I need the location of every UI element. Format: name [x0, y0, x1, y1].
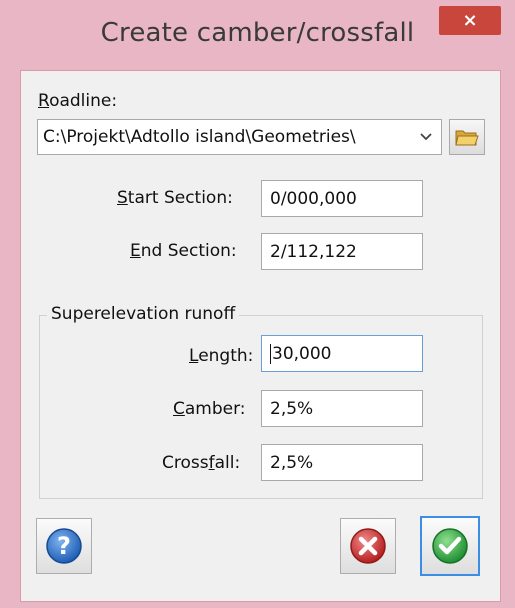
roadline-value: C:\Projekt\Adtollo island\Geometries\: [43, 127, 356, 147]
crossfall-label: Crossfall:: [162, 453, 241, 473]
dialog-body: Roadline: C:\Projekt\Adtollo island\Geom…: [20, 70, 501, 602]
help-button[interactable]: ?: [36, 518, 92, 574]
dialog-window: Create camber/crossfall × Roadline: C:\P…: [0, 0, 515, 608]
length-field[interactable]: 30,000: [261, 335, 423, 372]
close-button[interactable]: ×: [439, 6, 501, 35]
crossfall-field[interactable]: 2,5%: [261, 444, 423, 481]
window-title: Create camber/crossfall: [100, 18, 415, 48]
roadline-label: Roadline:: [38, 91, 118, 111]
end-section-label: End Section:: [130, 241, 237, 261]
close-icon: ×: [462, 10, 478, 31]
length-label: Length:: [189, 346, 254, 366]
ok-button[interactable]: [420, 516, 480, 576]
crossfall-value: 2,5%: [270, 452, 314, 473]
superelevation-runoff-label: Superelevation runoff: [47, 304, 240, 324]
start-section-value: 0/000,000: [270, 188, 357, 209]
cancel-button[interactable]: [340, 518, 396, 574]
roadline-combobox[interactable]: C:\Projekt\Adtollo island\Geometries\: [37, 119, 442, 155]
start-section-field[interactable]: 0/000,000: [261, 180, 423, 217]
ok-icon: [432, 528, 468, 564]
start-section-label: Start Section:: [117, 188, 233, 208]
camber-field[interactable]: 2,5%: [261, 390, 423, 427]
text-caret: [270, 343, 271, 364]
camber-label: Camber:: [173, 399, 246, 419]
svg-text:?: ?: [57, 532, 71, 560]
browse-folder-button[interactable]: [449, 119, 485, 155]
title-bar[interactable]: Create camber/crossfall ×: [0, 0, 515, 70]
length-value: 30,000: [272, 343, 332, 364]
chevron-down-icon[interactable]: [411, 120, 441, 154]
end-section-value: 2/112,122: [270, 241, 357, 262]
cancel-icon: [350, 528, 386, 564]
help-icon: ?: [46, 528, 82, 564]
end-section-field[interactable]: 2/112,122: [261, 233, 423, 270]
camber-value: 2,5%: [270, 398, 314, 419]
folder-icon: [455, 130, 479, 146]
